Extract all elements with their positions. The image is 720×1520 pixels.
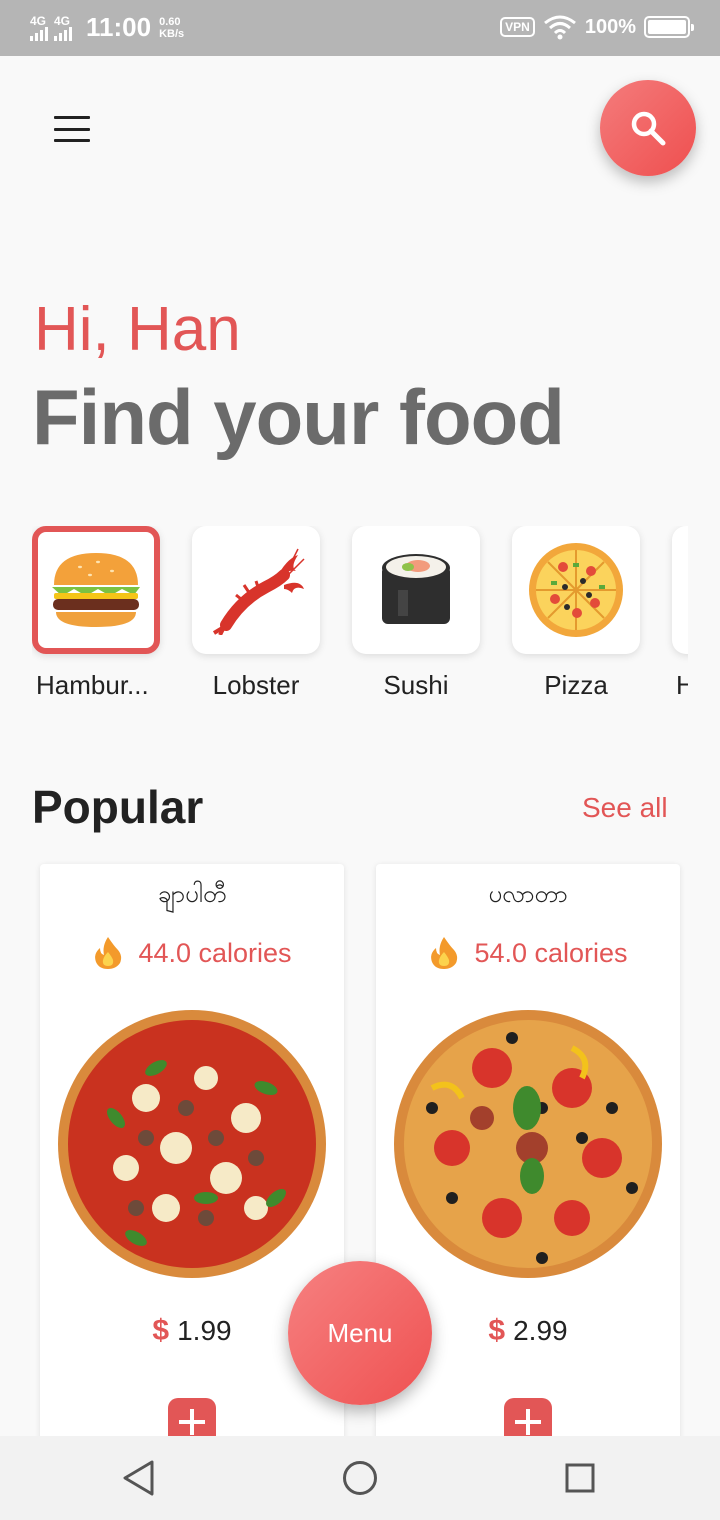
calories-row: 44.0 calories [40, 936, 344, 970]
category-sushi[interactable]: Sushi [352, 526, 480, 701]
section-title: Popular [32, 781, 204, 833]
pizza-photo-2 [394, 1010, 662, 1278]
signal-bars-icon [54, 26, 72, 41]
recents-button[interactable] [560, 1458, 600, 1498]
currency-symbol: $ [152, 1314, 170, 1347]
category-label: H [672, 670, 688, 701]
sushi-icon [382, 554, 450, 624]
plus-icon [179, 1409, 205, 1435]
category-card[interactable] [32, 526, 160, 654]
status-bar: 4G 4G 11:00 0.60 KB/s VPN 100% [0, 0, 720, 56]
signal-bars-icon [30, 26, 48, 41]
wifi-icon [543, 15, 576, 40]
hamburger-food-icon [52, 553, 140, 627]
fire-icon [95, 937, 122, 969]
category-label: Sushi [383, 670, 449, 700]
food-card[interactable]: ချာပါတီ 44.0 calories $ 1.99 [40, 864, 344, 1464]
clock: 11:00 [86, 12, 152, 42]
back-icon [123, 1460, 154, 1496]
category-list: Hambur... Lobster Sushi Pizza [32, 526, 688, 716]
page-title: Find your food [32, 373, 565, 461]
vpn-badge: VPN [500, 17, 535, 37]
category-pizza[interactable]: Pizza [512, 526, 640, 701]
system-nav-bar [0, 1436, 720, 1520]
signal-1: 4G [30, 15, 48, 41]
greeting: Hi, Han [34, 295, 241, 364]
menu-button[interactable]: Menu [288, 1261, 432, 1405]
fire-icon [431, 937, 458, 969]
category-card[interactable] [672, 526, 688, 654]
category-card[interactable] [192, 526, 320, 654]
pizza-photo-1 [58, 1010, 326, 1278]
see-all-link[interactable]: See all [582, 792, 668, 824]
food-name: ပလာတာ [488, 881, 568, 908]
battery-percent: 100% [584, 15, 636, 38]
network-speed: 0.60 KB/s [159, 15, 185, 40]
battery-icon [644, 16, 694, 38]
category-partial[interactable]: H [672, 526, 688, 701]
category-label: Pizza [544, 670, 608, 700]
recents-icon [565, 1463, 595, 1493]
search-button[interactable] [600, 80, 696, 176]
lobster-icon [212, 548, 305, 635]
category-lobster[interactable]: Lobster [192, 526, 320, 701]
price: 2.99 [513, 1315, 568, 1346]
price: 1.99 [177, 1315, 232, 1346]
home-button[interactable] [340, 1458, 380, 1498]
hamburger-icon[interactable] [54, 116, 90, 142]
category-card[interactable] [352, 526, 480, 654]
currency-symbol: $ [488, 1314, 506, 1347]
category-hamburger[interactable]: Hambur... [32, 526, 160, 701]
back-button[interactable] [118, 1458, 158, 1498]
category-label: Hambur... [36, 670, 149, 700]
calories-row: 54.0 calories [376, 936, 680, 970]
category-card[interactable] [512, 526, 640, 654]
food-name: ချာပါတီ [157, 881, 227, 908]
food-card[interactable]: ပလာတာ 54.0 calories $ 2.99 [376, 864, 680, 1464]
search-icon [631, 111, 666, 146]
plus-icon [515, 1409, 541, 1435]
home-icon [343, 1461, 377, 1495]
pizza-icon [529, 543, 623, 637]
signal-2: 4G [54, 15, 72, 41]
category-label: Lobster [212, 670, 300, 700]
